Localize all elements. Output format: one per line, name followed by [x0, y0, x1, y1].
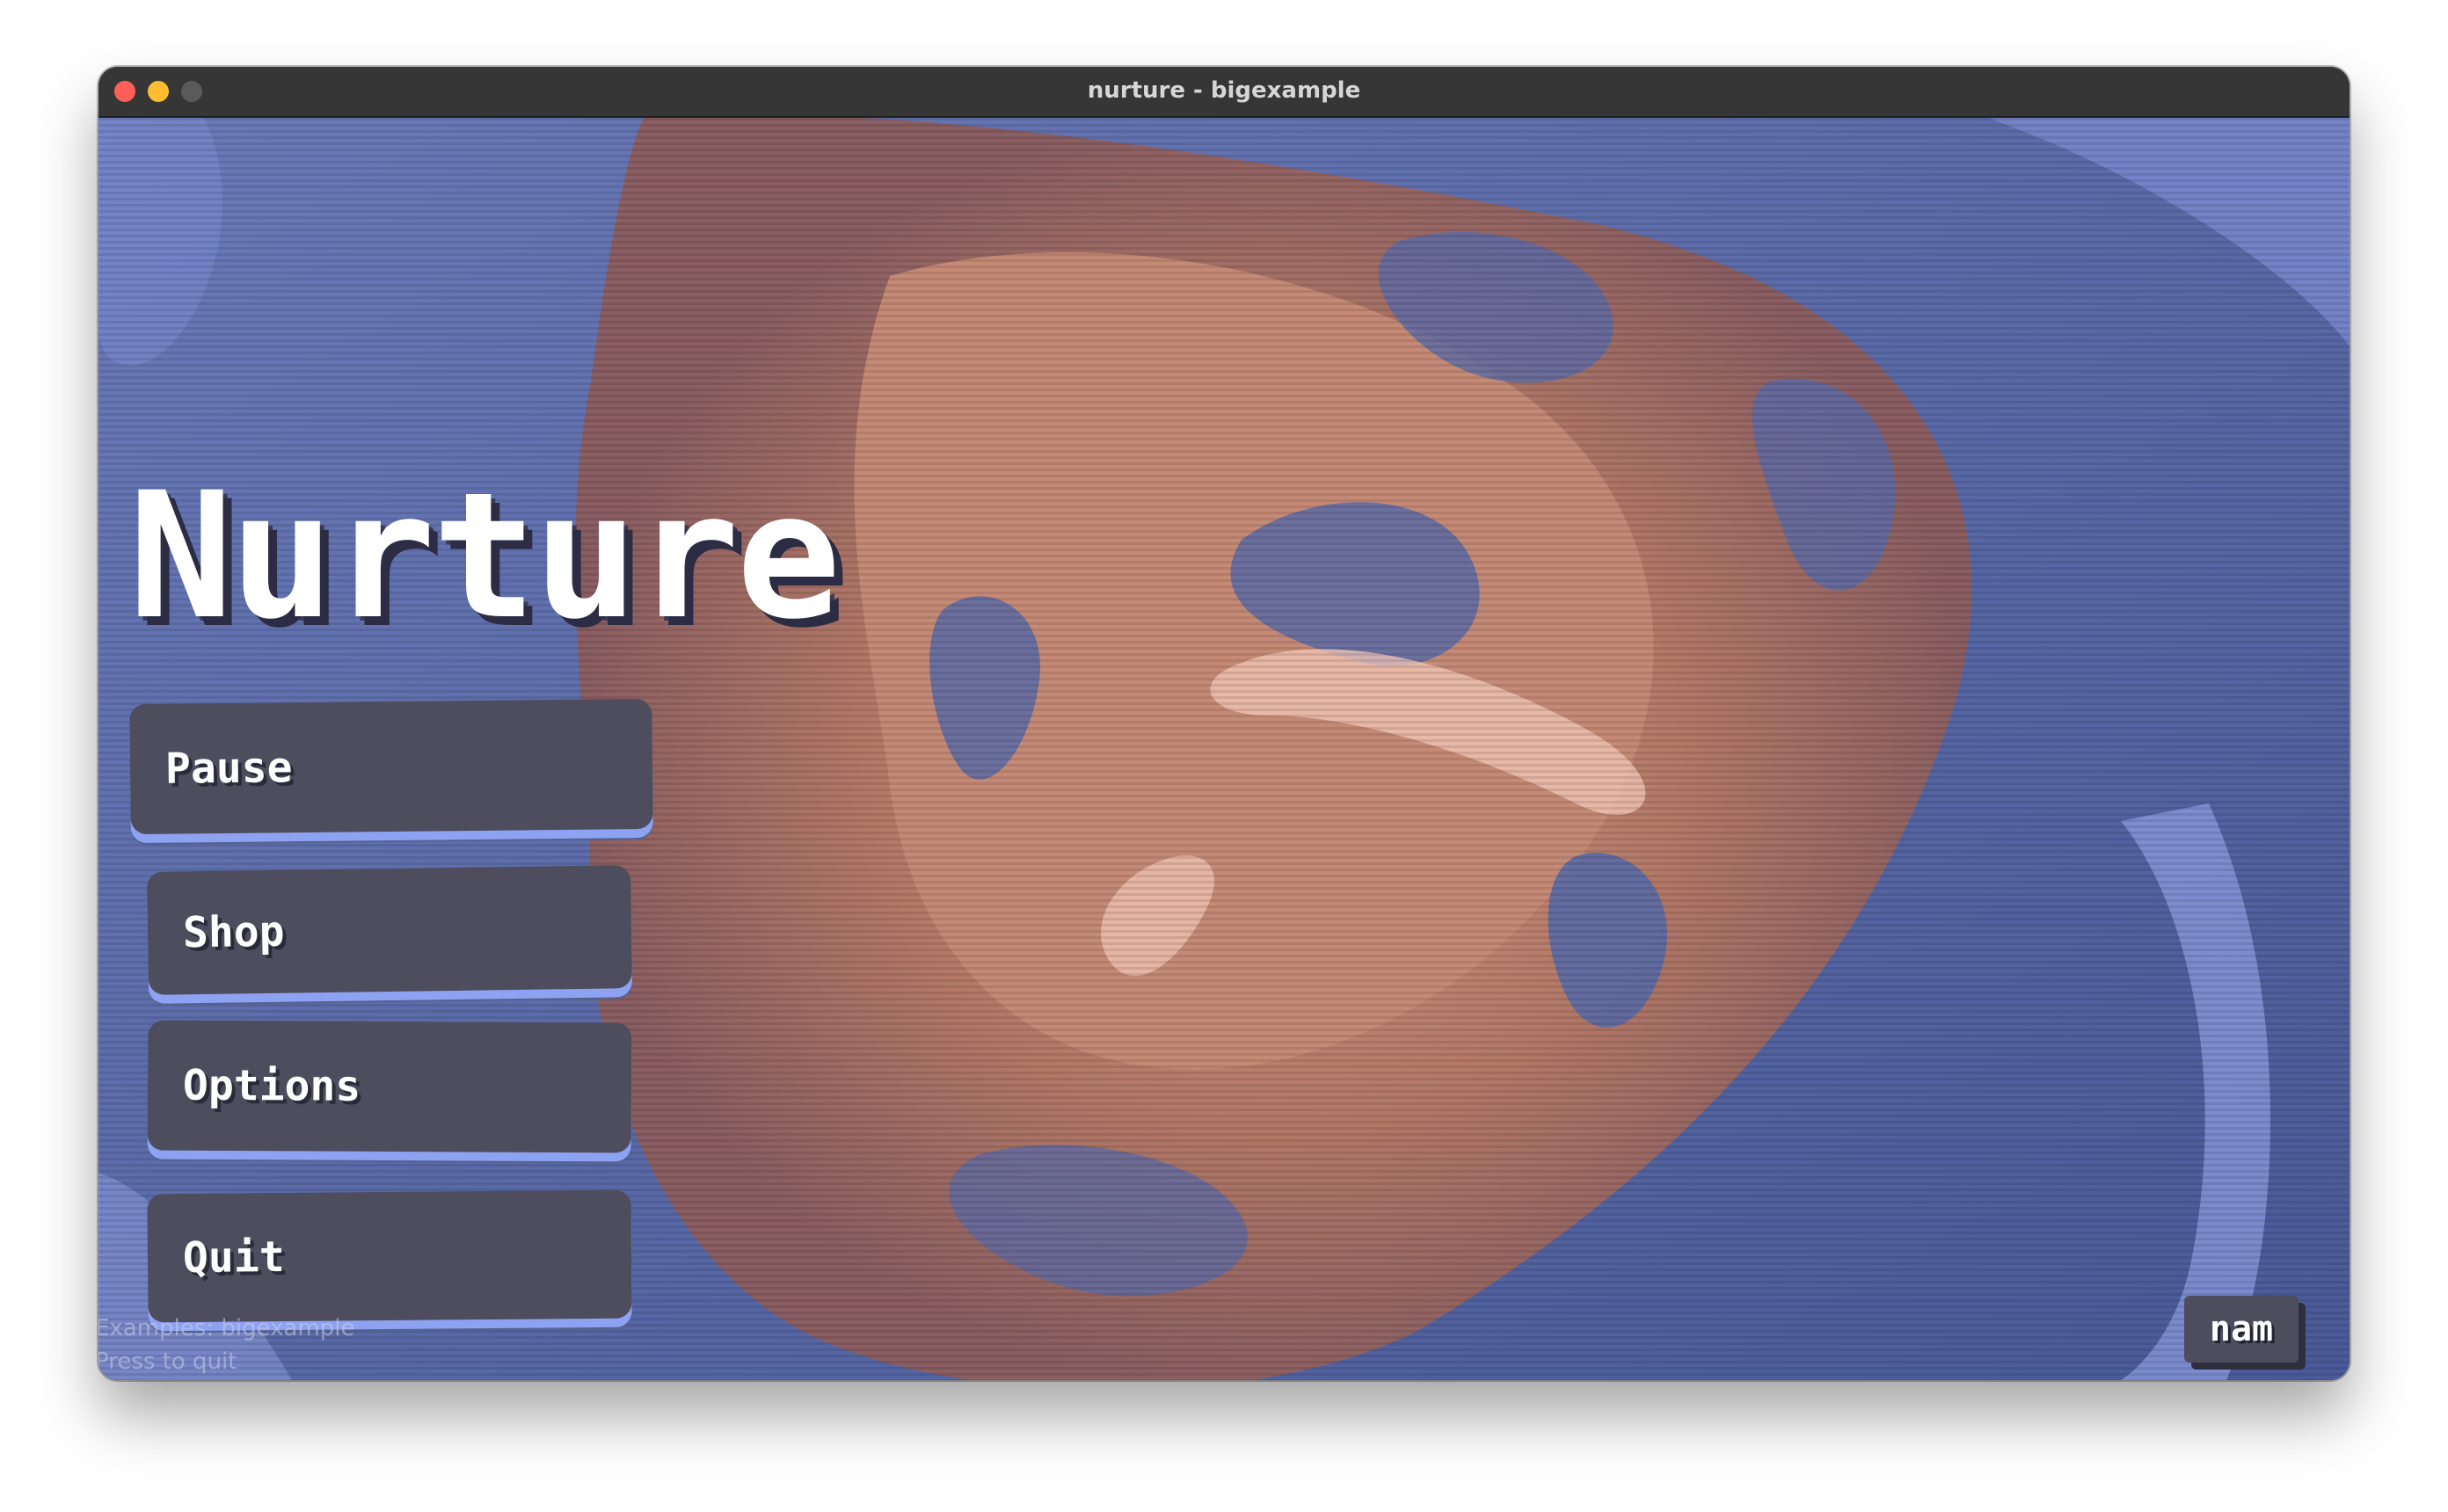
options-button-label: Options [182, 1060, 361, 1111]
options-button[interactable]: Options [147, 1020, 632, 1153]
app-window: nurture - bigexample Nurture Pause Shop … [98, 67, 2350, 1380]
shop-button-label: Shop [182, 906, 285, 958]
title-bar[interactable]: nurture - bigexample [98, 67, 2350, 118]
quit-button-label: Quit [182, 1232, 285, 1283]
window-title: nurture - bigexample [1087, 77, 1361, 104]
shop-button[interactable]: Shop [147, 865, 632, 995]
pause-button[interactable]: Pause [129, 698, 653, 835]
debug-quit-hint: Press to quit [98, 1348, 237, 1375]
game-title: Nurture [128, 454, 841, 658]
name-badge[interactable]: nam [2184, 1296, 2299, 1363]
game-viewport[interactable]: Nurture Pause Shop Options Quit Examples… [98, 118, 2350, 1380]
pause-button-label: Pause [164, 743, 293, 794]
debug-example-text: Examples: bigexample [98, 1315, 355, 1341]
quit-button[interactable]: Quit [147, 1189, 632, 1323]
